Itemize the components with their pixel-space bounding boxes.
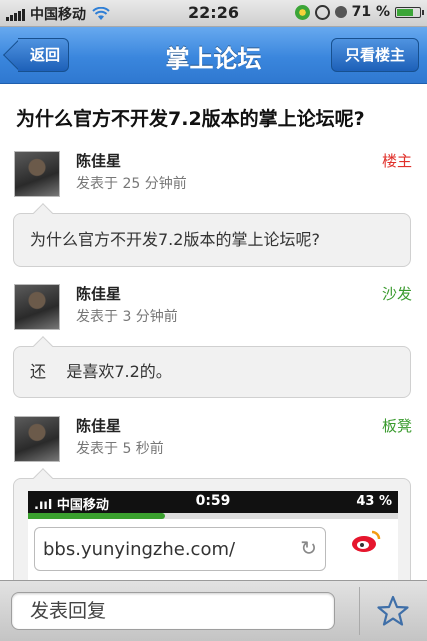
battery-icon [395,6,424,18]
post-content: 为什么官方不开发7.2版本的掌上论坛呢? [13,213,411,267]
reply-input[interactable]: 发表回复 [11,592,335,630]
star-icon [377,595,409,626]
attachment-battery: 43 % [356,494,392,509]
post-content: 还 是喜欢7.2的。 [13,346,411,398]
bottom-bar: 发表回复 [0,580,427,641]
post-time: 发表于 5 秒前 [76,441,164,457]
attachment-load-progress [28,513,398,519]
attachment-status-bar: .ııl 中国移动 0:59 43 % [28,491,398,513]
rotation-lock-icon [314,4,330,20]
reload-icon: ↻ [300,536,317,560]
status-bar: 中国移动 22:26 71 % [0,0,427,27]
thread-content[interactable]: 为什么官方不开发7.2版本的掌上论坛呢? 陈佳星 发表于 25 分钟前 楼主 为… [0,84,427,580]
post-time: 发表于 25 分钟前 [76,176,187,192]
attachment-time: 0:59 [195,493,231,509]
topic-title: 为什么官方不开发7.2版本的掌上论坛呢? [16,108,365,130]
post-author[interactable]: 陈佳星 [76,415,121,436]
floor-label: 沙发 [381,285,412,303]
floor-label: 楼主 [381,152,412,170]
avatar[interactable] [14,416,60,462]
attachment-screenshot: .ııl 中国移动 0:59 43 % bbs.yunyingzhe.com/ … [28,491,398,580]
owner-only-button[interactable]: 只看楼主 [331,38,419,72]
favorite-button[interactable] [376,594,410,628]
floor-label: 板凳 [381,417,412,435]
post-time: 发表于 3 分钟前 [76,309,178,325]
attachment-url-text: bbs.yunyingzhe.com/ [43,539,236,560]
attachment-url-field: bbs.yunyingzhe.com/ ↻ [34,527,326,571]
app-status-icon [294,4,310,20]
alarm-icon [334,6,347,18]
nav-bar: 返回 掌上论坛 只看楼主 [0,27,427,84]
weibo-icon [338,527,394,571]
post-attachment-image[interactable]: .ııl 中国移动 0:59 43 % bbs.yunyingzhe.com/ … [13,478,411,580]
avatar[interactable] [14,151,60,197]
post-author[interactable]: 陈佳星 [76,283,121,304]
status-right: 71 % [294,4,424,20]
avatar[interactable] [14,284,60,330]
divider [359,587,360,635]
post-author[interactable]: 陈佳星 [76,150,121,171]
battery-label: 71 % [351,4,390,20]
